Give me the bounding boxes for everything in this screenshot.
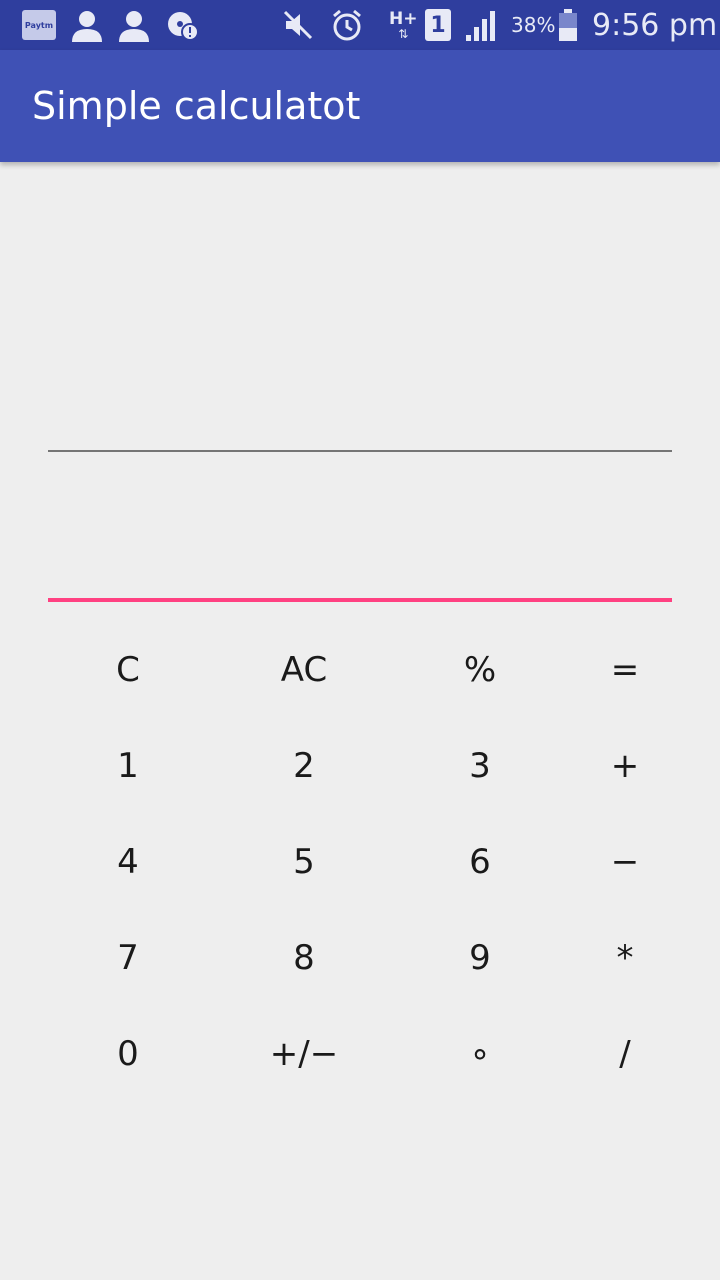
plus-minus-button[interactable]: +/− bbox=[224, 1014, 384, 1094]
signal-icon bbox=[464, 0, 500, 50]
app-bar: Simple calculatot bbox=[0, 50, 720, 162]
multiply-button[interactable]: * bbox=[545, 918, 705, 998]
divide-button[interactable]: / bbox=[545, 1014, 705, 1094]
first-number-input[interactable] bbox=[48, 392, 672, 452]
network-hplus-icon: H+ ⇅ bbox=[389, 8, 418, 41]
digit-6-button[interactable]: 6 bbox=[400, 822, 560, 902]
data-alert-icon bbox=[166, 0, 200, 50]
battery-percent-label: 38% bbox=[511, 13, 556, 37]
digit-1-button[interactable]: 1 bbox=[48, 726, 208, 806]
person-icon bbox=[70, 0, 104, 50]
digit-2-button[interactable]: 2 bbox=[224, 726, 384, 806]
digit-4-button[interactable]: 4 bbox=[48, 822, 208, 902]
decimal-button[interactable]: ∘ bbox=[400, 1014, 560, 1094]
equals-button[interactable]: = bbox=[545, 630, 705, 710]
subtract-button[interactable]: − bbox=[545, 822, 705, 902]
sim-slot-label: 1 bbox=[425, 9, 451, 41]
all-clear-button[interactable]: AC bbox=[224, 630, 384, 710]
digit-7-button[interactable]: 7 bbox=[48, 918, 208, 998]
clock: 9:56 pm bbox=[592, 0, 717, 50]
digit-0-button[interactable]: 0 bbox=[48, 1014, 208, 1094]
person-icon bbox=[117, 0, 151, 50]
digit-8-button[interactable]: 8 bbox=[224, 918, 384, 998]
battery-icon bbox=[557, 0, 579, 50]
second-number-input[interactable] bbox=[48, 542, 672, 602]
paytm-badge: Paytm bbox=[22, 10, 56, 40]
digit-3-button[interactable]: 3 bbox=[400, 726, 560, 806]
digit-5-button[interactable]: 5 bbox=[224, 822, 384, 902]
digit-9-button[interactable]: 9 bbox=[400, 918, 560, 998]
vibrate-off-icon bbox=[282, 0, 314, 50]
clear-button[interactable]: C bbox=[48, 630, 208, 710]
status-bar: Paytm H+ ⇅ 1 38% 9:56 pm bbox=[0, 0, 720, 50]
time-label: 9:56 pm bbox=[592, 7, 718, 43]
network-type-label: H+ bbox=[389, 8, 418, 29]
percent-button[interactable]: % bbox=[400, 630, 560, 710]
paytm-icon: Paytm bbox=[22, 0, 56, 50]
alarm-icon bbox=[330, 0, 364, 50]
sim-1-icon: 1 bbox=[425, 0, 451, 50]
page-title: Simple calculatot bbox=[32, 84, 361, 128]
battery-percent: 38% bbox=[511, 0, 555, 50]
add-button[interactable]: + bbox=[545, 726, 705, 806]
